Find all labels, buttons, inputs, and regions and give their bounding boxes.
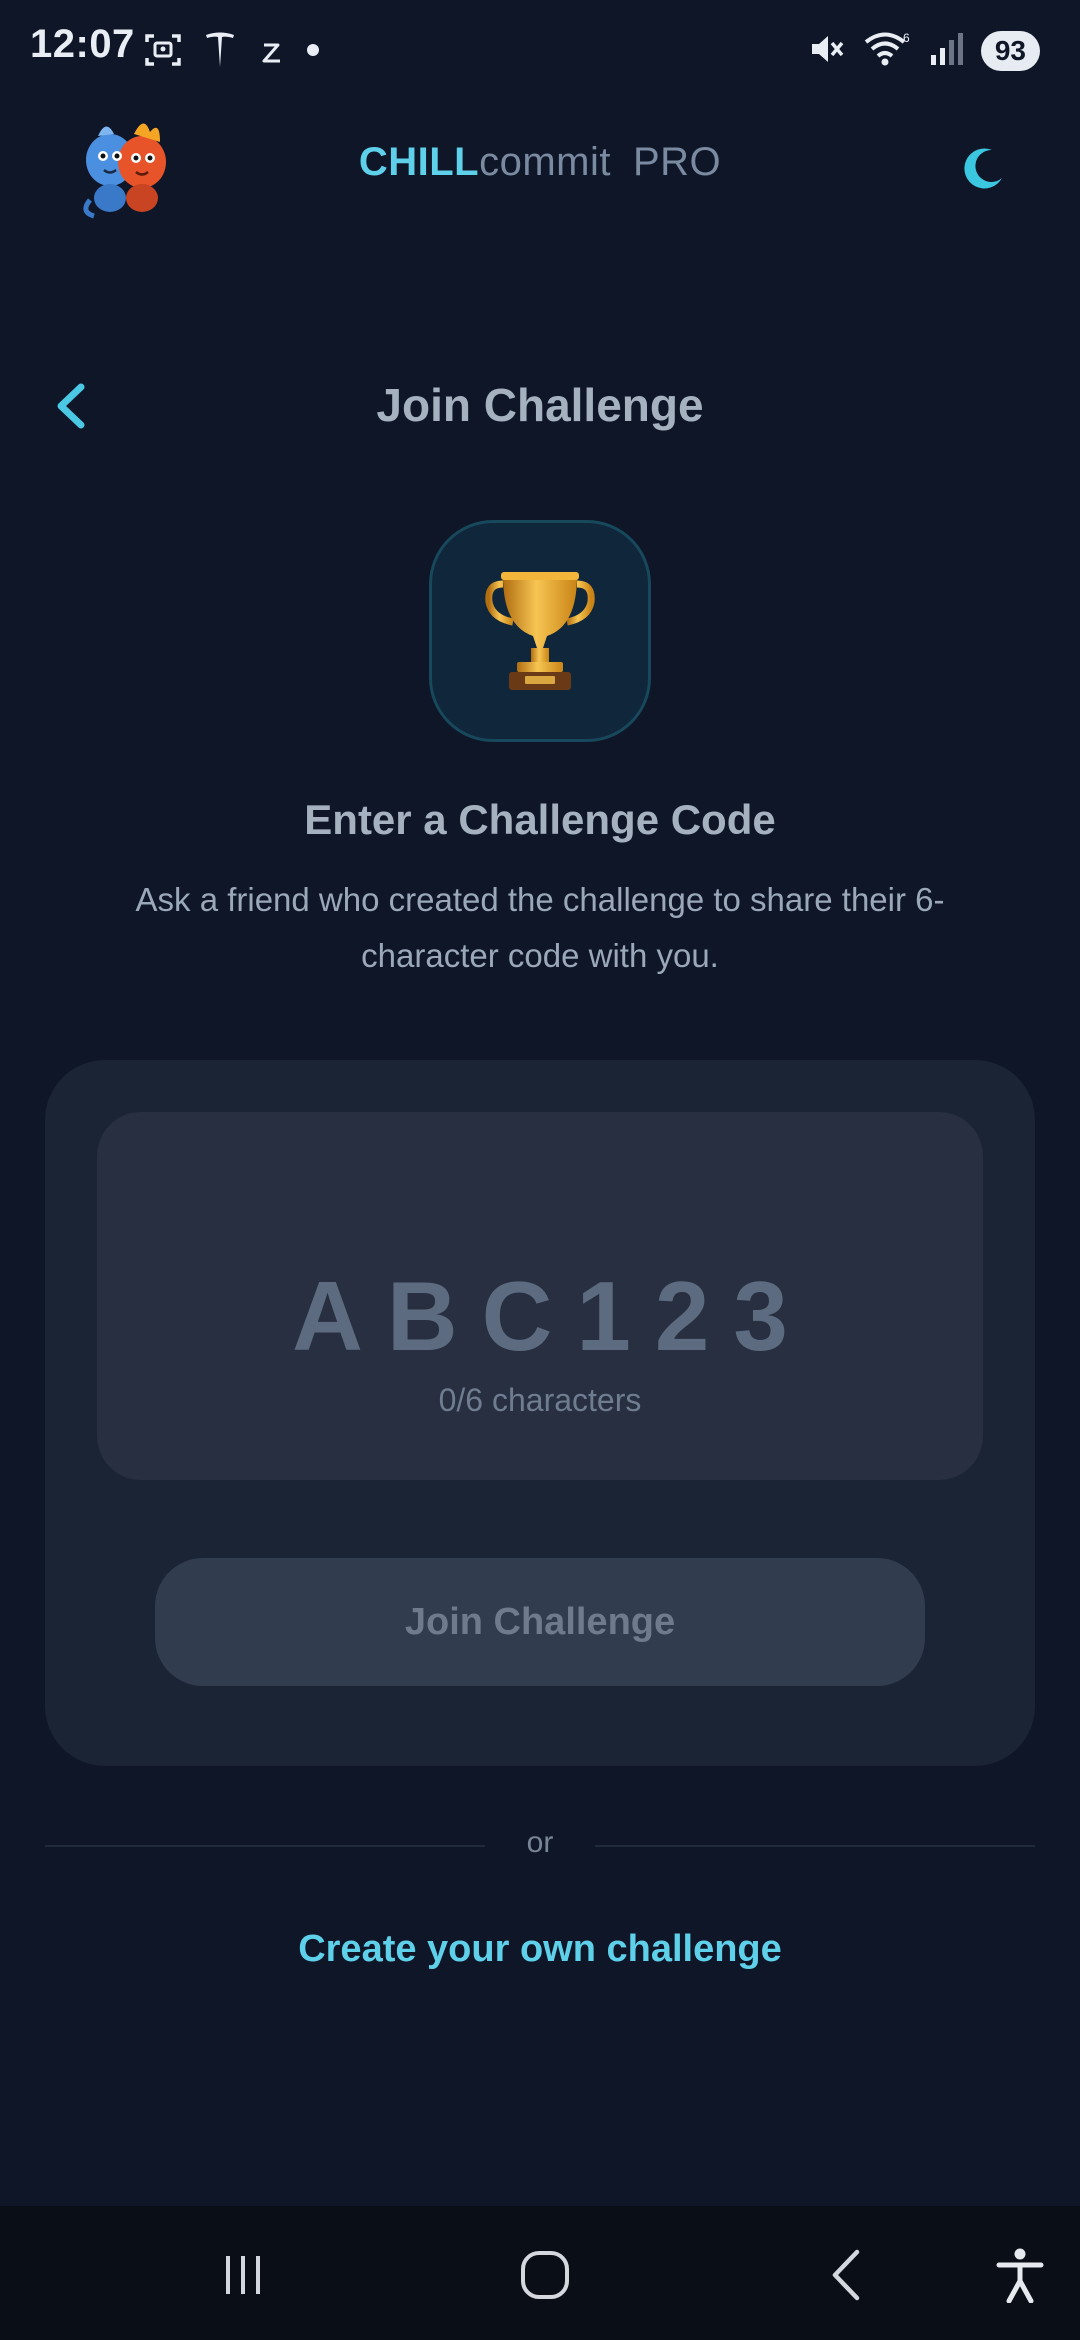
status-bar: 12:07 6 93 xyxy=(0,0,1080,100)
status-time: 12:07 xyxy=(30,22,135,66)
sleep-icon xyxy=(258,35,284,70)
trophy-tile xyxy=(429,520,651,742)
code-placeholder: ABC123 xyxy=(292,1261,812,1371)
app-header: CHILLcommit PRO xyxy=(0,100,1080,240)
back-icon xyxy=(832,2249,860,2301)
brand-commit: commit xyxy=(479,140,611,184)
home-button[interactable] xyxy=(510,2240,580,2310)
brand-pro-badge: PRO xyxy=(632,140,722,184)
create-challenge-link[interactable]: Create your own challenge xyxy=(0,1928,1080,1971)
screenshot-icon xyxy=(144,32,182,73)
page-title: Join Challenge xyxy=(376,379,704,431)
home-icon xyxy=(521,2251,569,2299)
divider-line-right xyxy=(595,1845,1035,1847)
section-heading: Enter a Challenge Code xyxy=(304,796,776,843)
divider-or: or xyxy=(526,1826,554,1859)
recents-icon xyxy=(226,2256,260,2294)
accessibility-button[interactable] xyxy=(985,2240,1055,2310)
battery-indicator: 93 xyxy=(980,31,1040,71)
join-challenge-button[interactable]: Join Challenge xyxy=(155,1558,925,1686)
trophy-icon xyxy=(485,572,595,690)
join-card: ABC123 0/6 characters Join Challenge xyxy=(45,1060,1035,1766)
wifi-icon: 6 xyxy=(863,30,911,73)
dot-icon xyxy=(306,43,320,62)
accessibility-icon xyxy=(996,2248,1044,2303)
brand-chill: CHILL xyxy=(358,140,480,184)
system-nav-bar xyxy=(0,2206,1080,2340)
challenge-code-input[interactable]: ABC123 0/6 characters xyxy=(97,1112,983,1480)
brand-name: CHILLcommit PRO xyxy=(0,140,1080,185)
status-icons-right: 6 93 xyxy=(809,28,1040,74)
moon-icon[interactable] xyxy=(958,144,1008,194)
recents-button[interactable] xyxy=(208,2240,278,2310)
signal-icon xyxy=(929,31,963,72)
status-icons-left xyxy=(144,30,320,74)
character-count: 0/6 characters xyxy=(438,1382,642,1418)
tesla-icon xyxy=(204,31,236,74)
section-description: Ask a friend who created the challenge t… xyxy=(135,881,945,974)
svg-text:6: 6 xyxy=(903,31,910,45)
system-back-button[interactable] xyxy=(812,2240,882,2310)
mute-icon xyxy=(809,31,845,72)
